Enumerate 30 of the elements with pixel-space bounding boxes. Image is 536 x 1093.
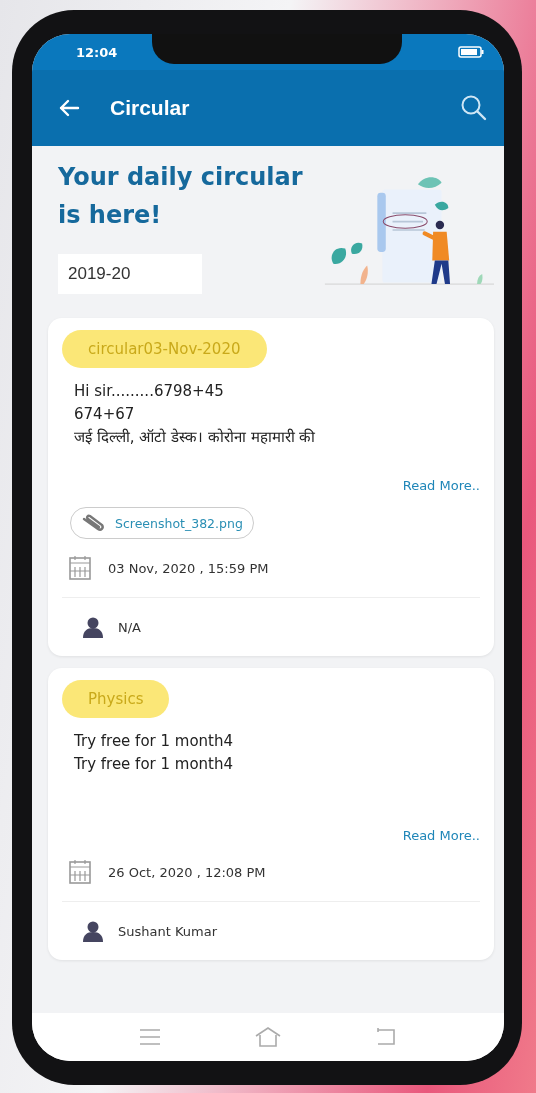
circular-text: जई दिल्ली, ऑटो डेस्क। कोरोना महामारी की bbox=[74, 427, 317, 448]
author-name: Sushant Kumar bbox=[118, 923, 218, 939]
calendar-icon bbox=[68, 859, 92, 885]
back-arrow-icon[interactable] bbox=[58, 99, 80, 117]
circular-card[interactable]: circular03-Nov-2020 Hi sir.........6798+45 674+67 जई दिल्ली, ऑटो डेस्क। कोरोना महामारी की Read More.. Screenshot_382.png 03 Nov, 2020 , 15:59 PM N/A bbox=[48, 318, 494, 656]
read-more-link[interactable]: Read More.. bbox=[402, 828, 480, 843]
person-icon bbox=[82, 920, 104, 942]
status-time: 12:04 bbox=[76, 44, 118, 60]
circular-date: 26 Oct, 2020 , 12:08 PM bbox=[108, 864, 266, 880]
circular-text: Hi sir.........6798+45 bbox=[74, 381, 225, 402]
session-field[interactable]: 2019-20 bbox=[58, 254, 202, 294]
circular-text: Try free for 1 month4 bbox=[74, 731, 235, 752]
back-icon[interactable] bbox=[374, 1027, 398, 1047]
home-icon[interactable] bbox=[254, 1026, 282, 1048]
screen-title: Circular bbox=[110, 96, 191, 120]
circular-date: 03 Nov, 2020 , 15:59 PM bbox=[108, 560, 269, 576]
paperclip-icon bbox=[81, 513, 107, 533]
circular-card[interactable]: Physics Try free for 1 month4 Try free for 1 month4 Read More.. 26 Oct, 2020 , 12:08 PM Sushant Kumar bbox=[48, 668, 494, 960]
calendar-icon bbox=[68, 555, 92, 581]
menu-icon[interactable] bbox=[138, 1028, 162, 1046]
person-icon bbox=[82, 616, 104, 638]
circular-text: 674+67 bbox=[74, 404, 136, 425]
search-icon[interactable] bbox=[460, 94, 488, 122]
battery-icon bbox=[458, 46, 484, 58]
subject-tag: circular03-Nov-2020 bbox=[62, 330, 267, 368]
read-more-link[interactable]: Read More.. bbox=[402, 478, 480, 493]
banner-heading: Your daily circular is here! bbox=[58, 162, 304, 231]
circular-text: Try free for 1 month4 bbox=[74, 754, 235, 775]
author-name: N/A bbox=[118, 619, 141, 635]
subject-tag: Physics bbox=[62, 680, 170, 718]
